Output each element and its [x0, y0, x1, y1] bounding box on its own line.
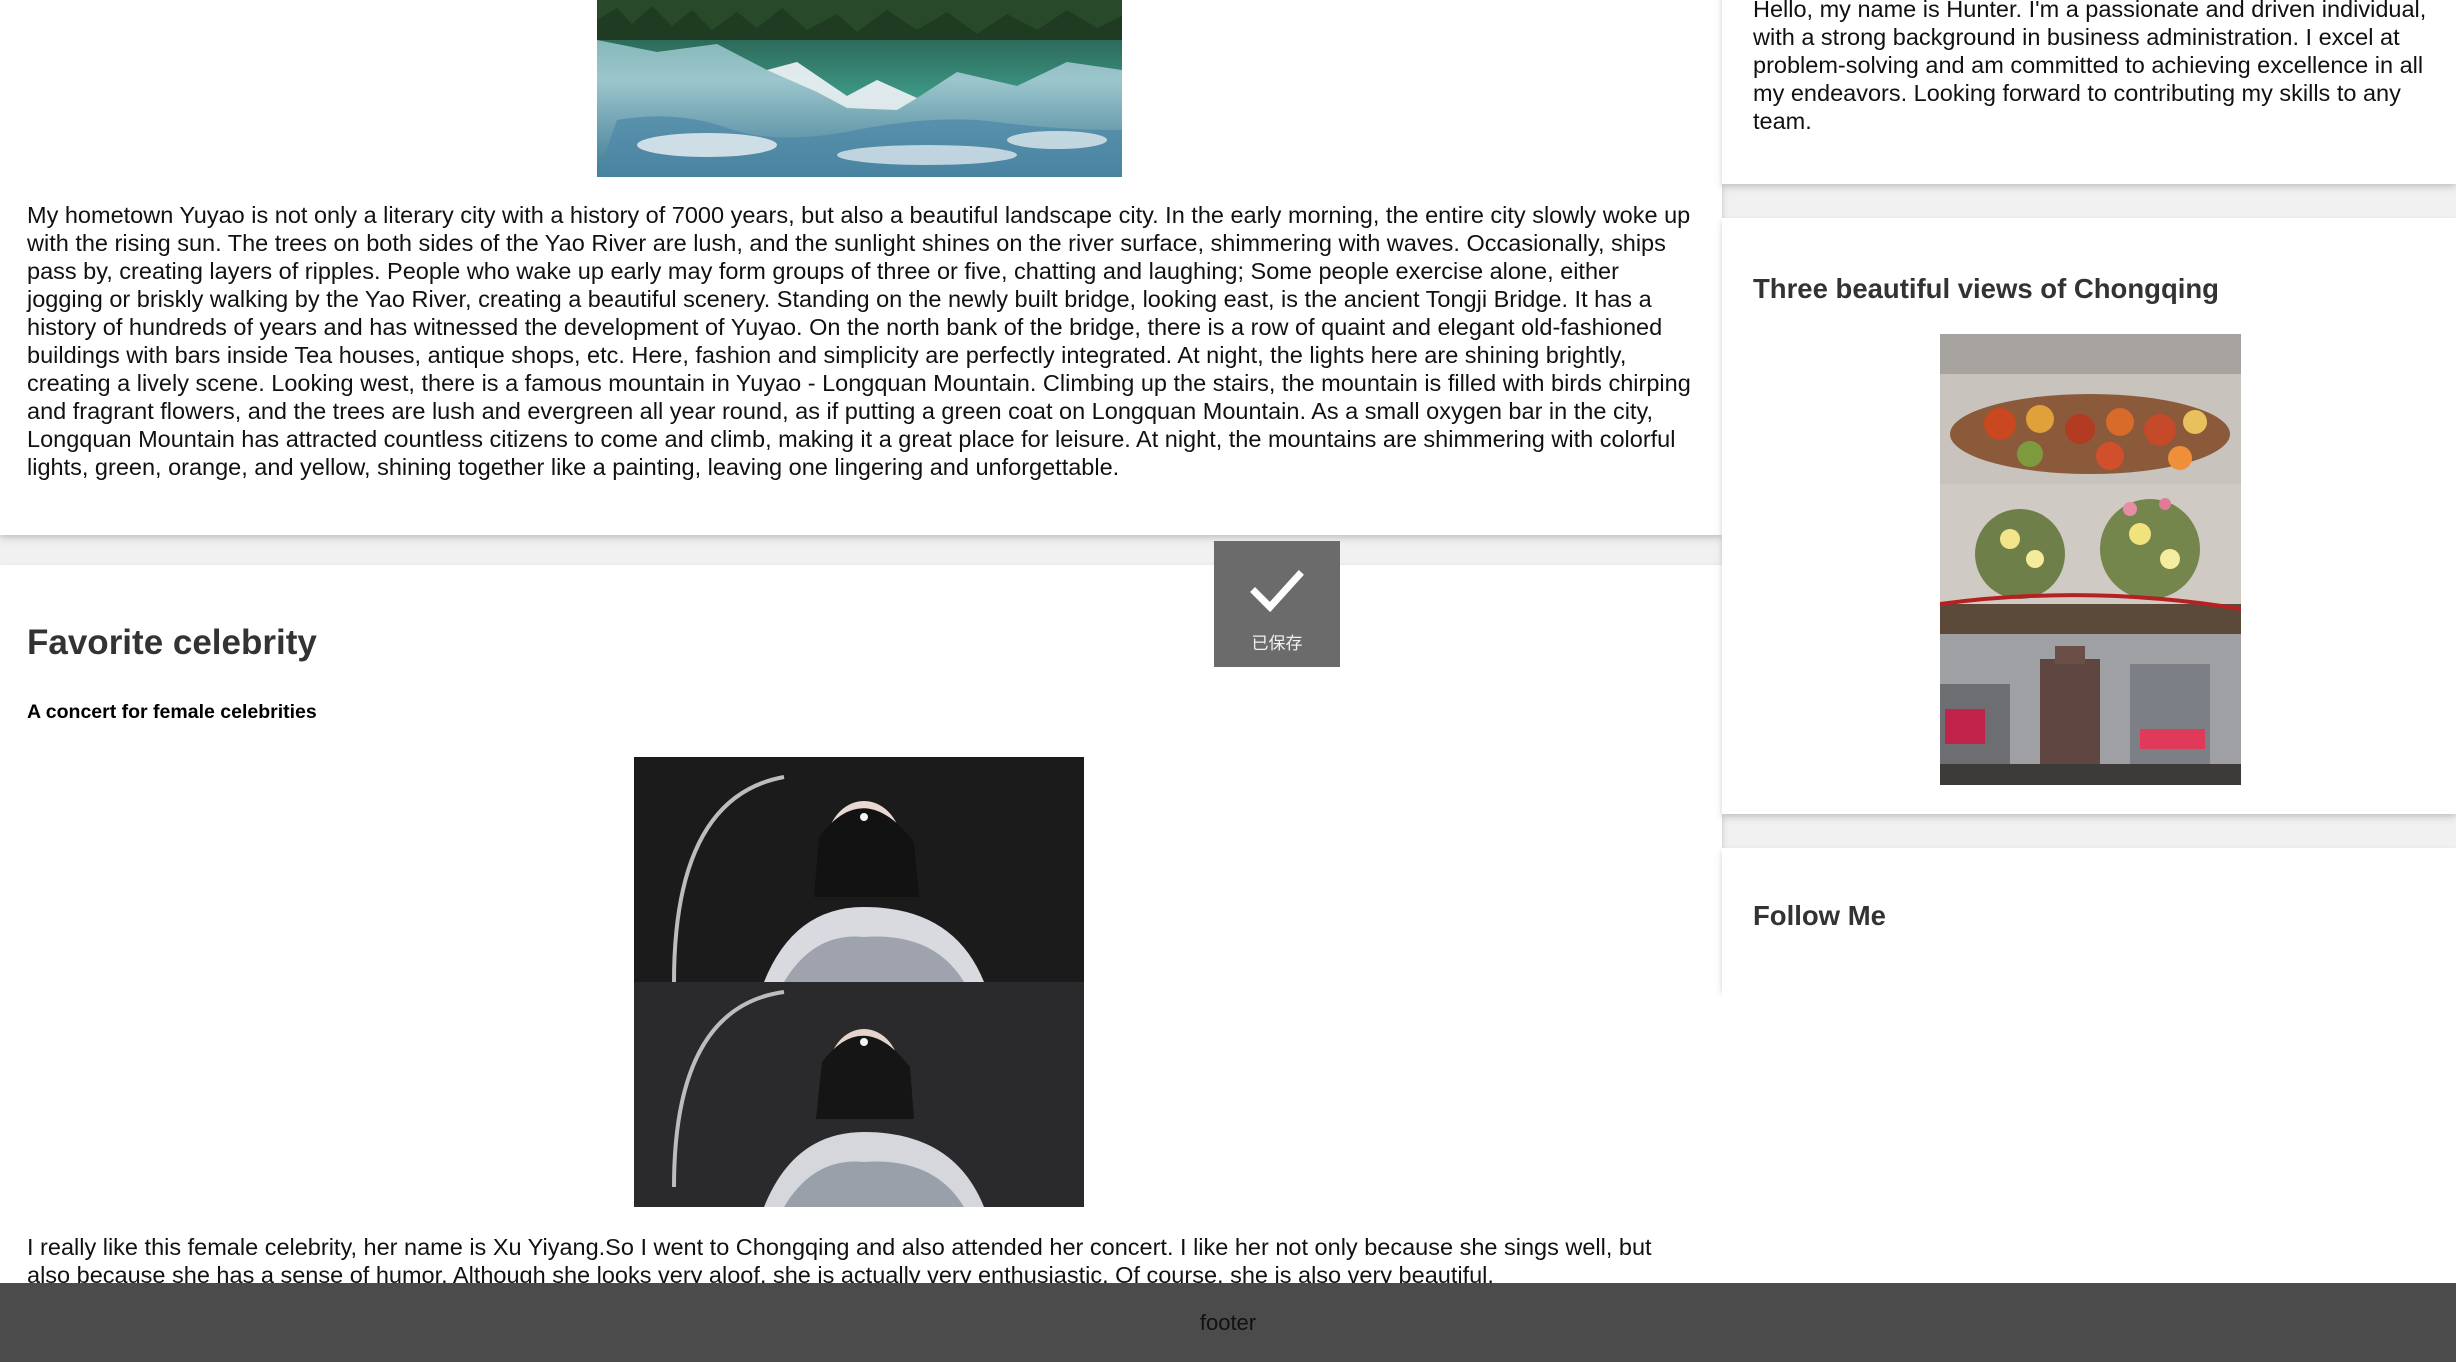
- about-text: Hello, my name is Hunter. I'm a passiona…: [1753, 0, 2427, 134]
- follow-card: Follow Me: [1722, 848, 2456, 990]
- celebrity-heading: Favorite celebrity: [27, 623, 317, 662]
- page: My hometown Yuyao is not only a literary…: [0, 0, 2456, 1362]
- hometown-card: My hometown Yuyao is not only a literary…: [0, 0, 1722, 535]
- celebrity-subheading: A concert for female celebrities: [27, 701, 317, 723]
- saved-toast: 已保存: [1214, 541, 1340, 667]
- views-card: Three beautiful views of Chongqing: [1722, 218, 2456, 814]
- hometown-paragraph: My hometown Yuyao is not only a literary…: [27, 202, 1691, 480]
- about-card: Hello, my name is Hunter. I'm a passiona…: [1722, 0, 2456, 184]
- checkmark-icon: [1250, 570, 1304, 613]
- footer-label: footer: [1199, 1310, 1257, 1335]
- celebrity-paragraph: I really like this female celebrity, her…: [27, 1234, 1652, 1288]
- follow-heading: Follow Me: [1753, 900, 1886, 931]
- lake-image: [597, 0, 1122, 177]
- celebrity-card: Favorite celebrity A concert for female …: [0, 565, 1722, 1362]
- views-heading: Three beautiful views of Chongqing: [1753, 273, 2219, 304]
- saved-toast-label: 已保存: [1251, 634, 1303, 654]
- chongqing-views-image: [1940, 334, 2241, 785]
- celebrity-image: [634, 757, 1084, 1207]
- footer: footer: [0, 1283, 2456, 1362]
